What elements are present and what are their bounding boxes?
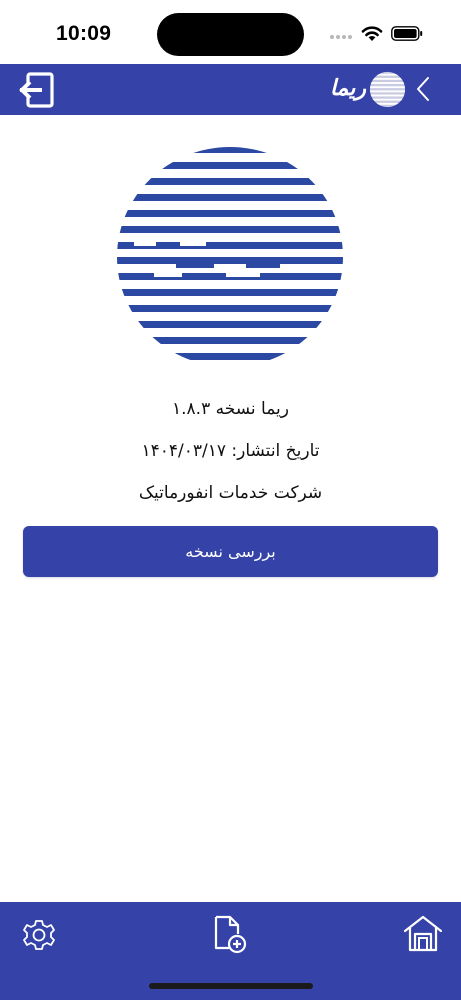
company-name: شرکت خدمات انفورماتیک	[138, 483, 323, 503]
rima-logo-icon	[369, 71, 406, 108]
wifi-icon	[361, 26, 383, 41]
home-icon[interactable]	[402, 914, 444, 954]
battery-icon	[391, 26, 423, 41]
new-document-icon[interactable]	[212, 914, 248, 954]
dynamic-island	[157, 13, 304, 56]
rima-logo-icon	[117, 147, 343, 360]
status-time: 10:09	[56, 22, 112, 45]
logout-icon[interactable]	[18, 70, 56, 110]
release-date: تاریخ انتشار: ۱۴۰۴/۰۳/۱۷	[141, 441, 320, 461]
gear-icon[interactable]	[22, 916, 56, 954]
signal-dots-icon	[330, 35, 354, 41]
app-version: ریما نسخه ۱.۸.۳	[172, 399, 289, 419]
chevron-left-icon[interactable]	[413, 76, 433, 102]
status-bar: 10:09	[0, 0, 461, 64]
home-indicator	[149, 983, 313, 989]
app-header: ریما	[0, 64, 461, 115]
header-title: ریما	[329, 76, 366, 101]
check-version-button[interactable]: بررسی نسخه	[23, 526, 438, 577]
